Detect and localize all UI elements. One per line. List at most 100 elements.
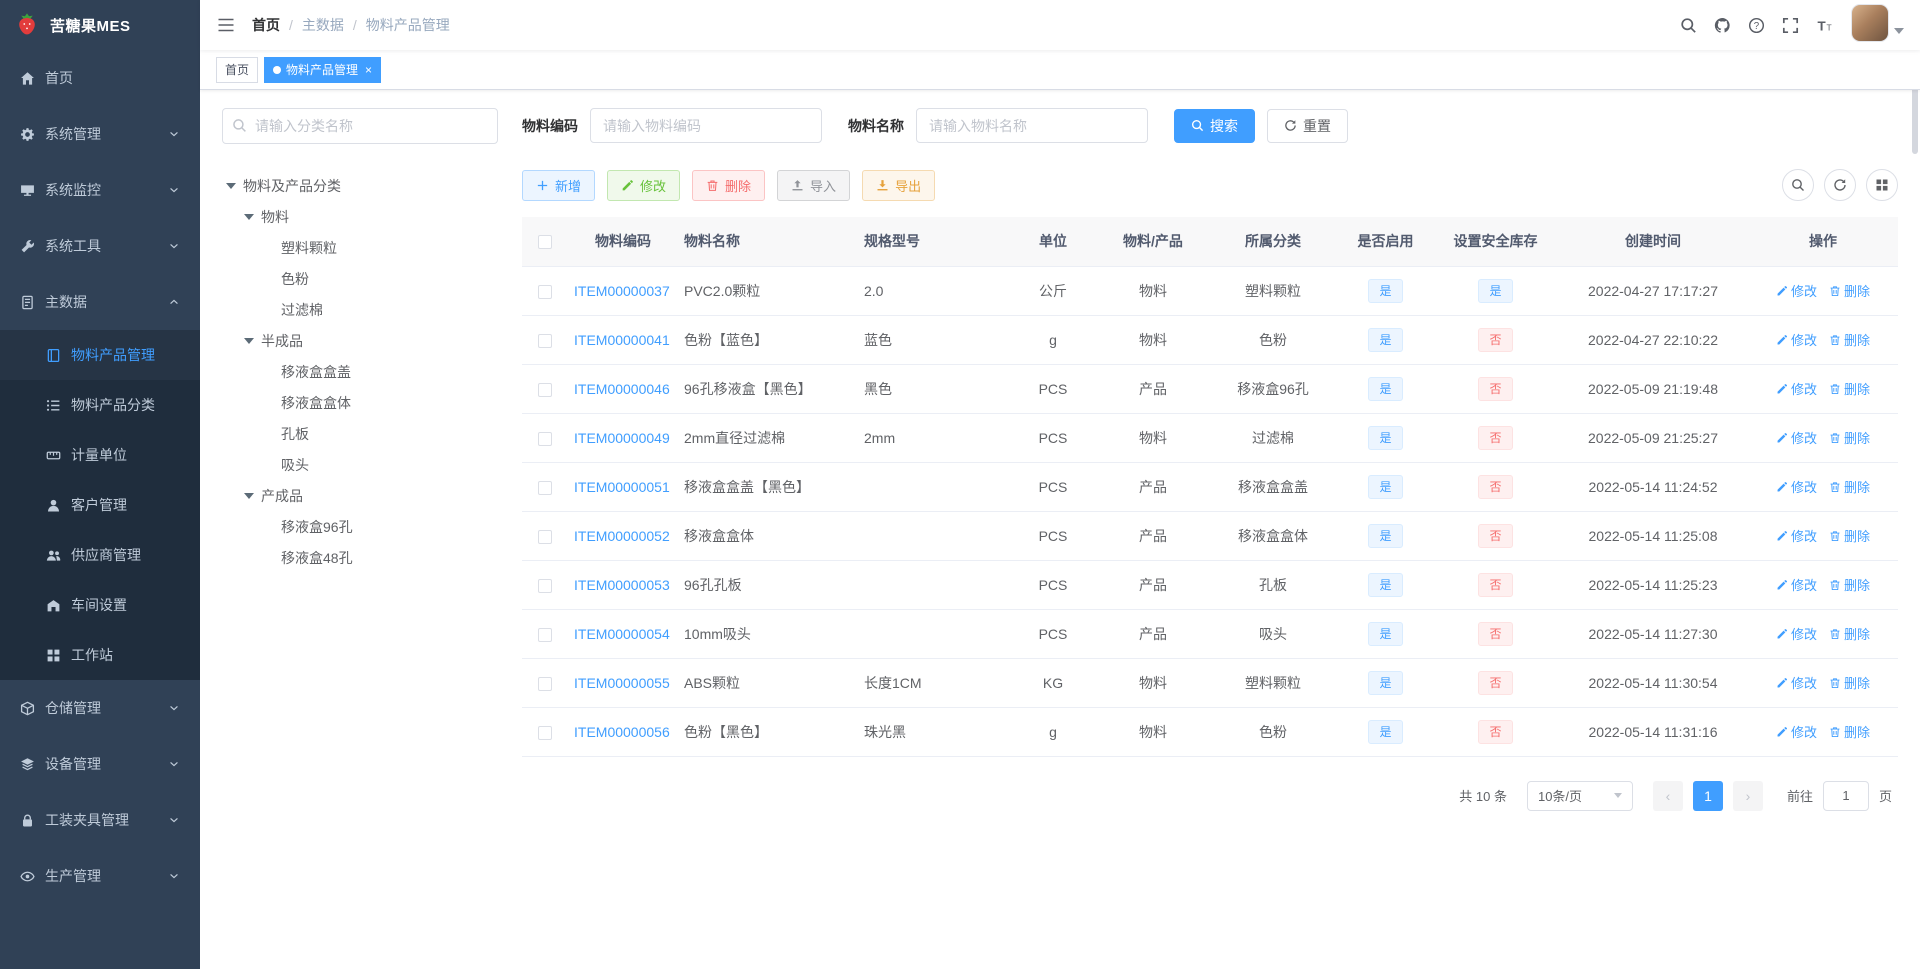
edit-button[interactable]: 修改 [607, 169, 681, 201]
row-edit-button[interactable]: 修改 [1776, 526, 1817, 545]
material-code-link[interactable]: ITEM00000056 [574, 724, 670, 740]
row-edit-button[interactable]: 修改 [1776, 673, 1817, 692]
search-icon[interactable] [1671, 0, 1705, 50]
material-code-link[interactable]: ITEM00000053 [574, 577, 670, 593]
sidebar-toggle-icon[interactable] [216, 15, 236, 35]
sidebar-item-measure-unit[interactable]: 计量单位 [0, 430, 200, 480]
tree-node[interactable]: 吸头 [222, 449, 498, 480]
tree-node[interactable]: 过滤棉 [222, 294, 498, 325]
tree-node[interactable]: 移液盒96孔 [222, 511, 498, 542]
sidebar-item-warehouse-mgmt[interactable]: 仓储管理 [0, 680, 200, 736]
row-delete-button[interactable]: 删除 [1829, 281, 1870, 300]
material-code-input[interactable] [590, 108, 822, 143]
row-checkbox[interactable] [538, 284, 552, 299]
tag-home[interactable]: 首页 [216, 56, 259, 83]
row-edit-button[interactable]: 修改 [1776, 379, 1817, 398]
app-logo[interactable]: 苦糖果MES [0, 0, 200, 50]
caret-down-icon[interactable] [226, 182, 236, 194]
tree-node[interactable]: 物料 [222, 201, 498, 232]
github-icon[interactable] [1705, 0, 1739, 50]
sidebar-item-system-admin[interactable]: 系统管理 [0, 106, 200, 162]
row-delete-button[interactable]: 删除 [1829, 624, 1870, 643]
row-edit-button[interactable]: 修改 [1776, 428, 1817, 447]
goto-page-input[interactable] [1822, 780, 1869, 811]
row-checkbox[interactable] [538, 382, 552, 397]
material-code-link[interactable]: ITEM00000055 [574, 675, 670, 691]
row-checkbox[interactable] [538, 431, 552, 446]
font-size-icon[interactable]: TT [1807, 0, 1841, 50]
row-checkbox[interactable] [538, 333, 552, 348]
prev-page-button[interactable]: ‹ [1652, 780, 1683, 811]
row-checkbox[interactable] [538, 578, 552, 593]
sidebar-item-customer-mgmt[interactable]: 客户管理 [0, 480, 200, 530]
row-checkbox[interactable] [538, 529, 552, 544]
page-number-button[interactable]: 1 [1692, 780, 1723, 811]
sidebar-item-material-product-mgmt[interactable]: 物料产品管理 [0, 330, 200, 380]
caret-down-icon[interactable] [244, 337, 254, 349]
breadcrumb-item[interactable]: 首页 [252, 15, 280, 35]
row-checkbox[interactable] [538, 480, 552, 495]
user-menu[interactable] [1851, 4, 1904, 46]
reset-button[interactable]: 重置 [1267, 108, 1348, 143]
row-delete-button[interactable]: 删除 [1829, 330, 1870, 349]
sidebar-item-fixture-mgmt[interactable]: 工装夹具管理 [0, 792, 200, 848]
row-delete-button[interactable]: 删除 [1829, 379, 1870, 398]
help-icon[interactable]: ? [1739, 0, 1773, 50]
material-code-link[interactable]: ITEM00000054 [574, 626, 670, 642]
row-edit-button[interactable]: 修改 [1776, 575, 1817, 594]
caret-down-icon[interactable] [244, 213, 254, 225]
next-page-button[interactable]: › [1732, 780, 1763, 811]
material-code-link[interactable]: ITEM00000046 [574, 381, 670, 397]
tree-node[interactable]: 物料及产品分类 [222, 170, 498, 201]
material-name-input[interactable] [916, 108, 1148, 143]
material-code-link[interactable]: ITEM00000041 [574, 332, 670, 348]
select-all-checkbox[interactable] [538, 235, 552, 250]
sidebar-item-production-mgmt[interactable]: 生产管理 [0, 848, 200, 904]
row-edit-button[interactable]: 修改 [1776, 477, 1817, 496]
tree-node[interactable]: 半成品 [222, 325, 498, 356]
sidebar-item-workshop-settings[interactable]: 车间设置 [0, 580, 200, 630]
page-size-select[interactable]: 10条/页 [1526, 780, 1633, 811]
row-edit-button[interactable]: 修改 [1776, 330, 1817, 349]
sidebar-item-system-tools[interactable]: 系统工具 [0, 218, 200, 274]
sidebar-item-supplier-mgmt[interactable]: 供应商管理 [0, 530, 200, 580]
close-icon[interactable]: × [365, 64, 372, 76]
sidebar-item-device-mgmt[interactable]: 设备管理 [0, 736, 200, 792]
tree-node[interactable]: 移液盒盒盖 [222, 356, 498, 387]
category-search-input[interactable] [222, 108, 498, 144]
sidebar-item-material-product-category[interactable]: 物料产品分类 [0, 380, 200, 430]
avatar[interactable] [1851, 4, 1889, 42]
column-settings-icon[interactable] [1866, 169, 1898, 201]
tree-node[interactable]: 产成品 [222, 480, 498, 511]
row-checkbox[interactable] [538, 627, 552, 642]
export-button[interactable]: 导出 [862, 169, 936, 201]
row-edit-button[interactable]: 修改 [1776, 624, 1817, 643]
fullscreen-icon[interactable] [1773, 0, 1807, 50]
import-button[interactable]: 导入 [777, 169, 851, 201]
delete-button[interactable]: 删除 [692, 169, 766, 201]
row-checkbox[interactable] [538, 725, 552, 740]
material-code-link[interactable]: ITEM00000052 [574, 528, 670, 544]
row-delete-button[interactable]: 删除 [1829, 477, 1870, 496]
add-button[interactable]: 新增 [522, 169, 596, 201]
tree-node[interactable]: 色粉 [222, 263, 498, 294]
material-code-link[interactable]: ITEM00000049 [574, 430, 670, 446]
sidebar-item-system-monitor[interactable]: 系统监控 [0, 162, 200, 218]
tree-node[interactable]: 移液盒盒体 [222, 387, 498, 418]
row-edit-button[interactable]: 修改 [1776, 281, 1817, 300]
tree-node[interactable]: 移液盒48孔 [222, 542, 498, 573]
caret-down-icon[interactable] [244, 492, 254, 504]
search-button[interactable]: 搜索 [1174, 108, 1255, 143]
material-code-link[interactable]: ITEM00000051 [574, 479, 670, 495]
sidebar-item-master-data[interactable]: 主数据 [0, 274, 200, 330]
tree-node[interactable]: 塑料颗粒 [222, 232, 498, 263]
tag-material-product-mgmt[interactable]: 物料产品管理 × [264, 56, 382, 83]
tree-node[interactable]: 孔板 [222, 418, 498, 449]
row-delete-button[interactable]: 删除 [1829, 722, 1870, 741]
toggle-search-icon[interactable] [1782, 169, 1814, 201]
row-delete-button[interactable]: 删除 [1829, 575, 1870, 594]
row-delete-button[interactable]: 删除 [1829, 428, 1870, 447]
row-delete-button[interactable]: 删除 [1829, 673, 1870, 692]
row-edit-button[interactable]: 修改 [1776, 722, 1817, 741]
row-checkbox[interactable] [538, 676, 552, 691]
